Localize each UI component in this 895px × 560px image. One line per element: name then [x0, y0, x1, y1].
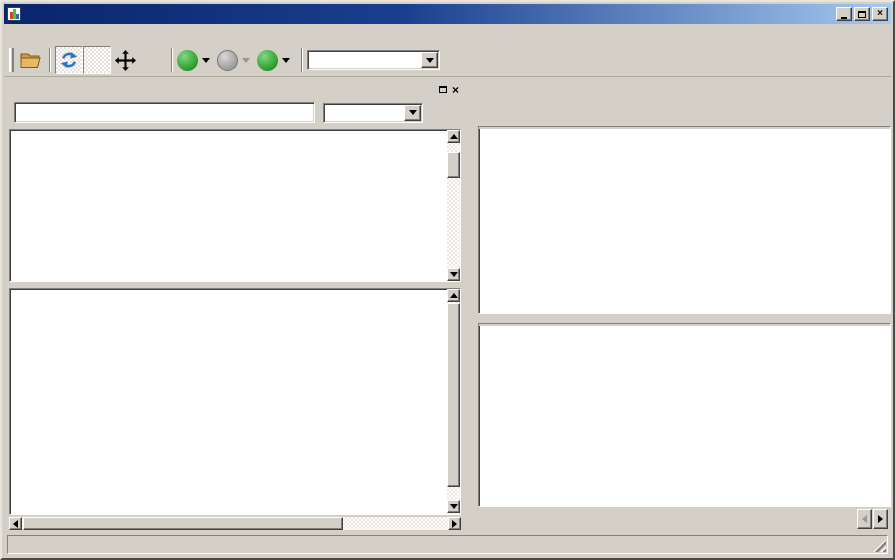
- callees-table: [478, 323, 891, 507]
- vertical-splitter[interactable]: [467, 80, 476, 533]
- float-icon: [439, 86, 447, 93]
- types-table-header: [479, 127, 890, 129]
- triangle-up-icon: [450, 134, 458, 139]
- close-icon: ×: [452, 83, 464, 97]
- maximize-button[interactable]: [854, 7, 870, 21]
- maximize-icon: [858, 11, 866, 18]
- close-button[interactable]: ×: [872, 7, 888, 21]
- triangle-down-icon: [450, 272, 458, 277]
- resize-grip[interactable]: [873, 539, 886, 552]
- dock-float-button[interactable]: [437, 84, 449, 96]
- combo-dropdown-button[interactable]: [421, 52, 438, 68]
- up-dropdown-arrow[interactable]: [282, 58, 290, 63]
- scroll-down-button[interactable]: [447, 500, 460, 513]
- forward-dropdown-arrow: [242, 58, 250, 63]
- tab-scroll-right-button[interactable]: [873, 509, 888, 529]
- app-window: ×: [0, 0, 895, 560]
- toolbar-handle[interactable]: [9, 48, 14, 72]
- back-dropdown-arrow[interactable]: [202, 58, 210, 63]
- open-folder-icon: [20, 51, 42, 69]
- scrollbar-thumb[interactable]: [447, 152, 460, 178]
- minimize-button[interactable]: [836, 7, 852, 21]
- source-file-list: [9, 129, 461, 282]
- types-table: [478, 126, 891, 314]
- triangle-left-icon: [862, 515, 867, 523]
- tab-scroll-left-button: [857, 509, 872, 529]
- close-icon: ×: [877, 9, 883, 19]
- dock-move-button[interactable]: [111, 46, 139, 74]
- toolbar: [4, 44, 891, 77]
- triangle-right-icon: [452, 520, 457, 528]
- scroll-up-button[interactable]: [447, 289, 460, 302]
- combo-dropdown-button[interactable]: [404, 105, 421, 121]
- triangle-left-icon: [13, 520, 18, 528]
- dock-close-button[interactable]: ×: [452, 84, 464, 96]
- event-type-combo[interactable]: [307, 50, 440, 70]
- group-by-combo[interactable]: [323, 103, 423, 123]
- scroll-left-button[interactable]: [9, 517, 22, 530]
- title-bar[interactable]: ×: [4, 4, 891, 24]
- flat-profile-dock-titlebar[interactable]: ×: [8, 81, 464, 98]
- scrollbar-thumb[interactable]: [23, 517, 343, 530]
- scroll-right-button[interactable]: [448, 517, 461, 530]
- tab-scroll-buttons: [856, 509, 888, 529]
- function-list: [9, 288, 461, 515]
- triangle-right-icon: [878, 515, 883, 523]
- toolbar-separator: [171, 48, 173, 72]
- scroll-down-button[interactable]: [447, 268, 460, 281]
- refresh-icon: [59, 50, 79, 70]
- scroll-up-button[interactable]: [447, 130, 460, 143]
- chevron-down-icon: [426, 58, 434, 63]
- forward-button: [217, 50, 238, 71]
- search-input[interactable]: [14, 102, 315, 123]
- chevron-down-icon: [409, 110, 417, 115]
- toolbar-separator: [301, 48, 303, 72]
- move-cross-icon: [115, 50, 136, 71]
- back-button[interactable]: [177, 50, 198, 71]
- selected-item-header: [480, 84, 890, 100]
- menu-bar: [4, 24, 891, 44]
- status-bar: [4, 533, 891, 556]
- scrollbar-thumb[interactable]: [447, 303, 460, 487]
- relative-percent-toggle[interactable]: [83, 46, 111, 74]
- horizontal-splitter[interactable]: [478, 314, 891, 323]
- toolbar-separator: [49, 48, 51, 72]
- callees-table-header: [479, 324, 890, 326]
- app-icon: [7, 7, 21, 21]
- reload-button[interactable]: [55, 46, 83, 74]
- swap-panes-button[interactable]: [139, 46, 167, 74]
- up-button[interactable]: [257, 50, 278, 71]
- detail-bottom-tabs: [481, 508, 855, 531]
- triangle-up-icon: [450, 293, 458, 298]
- triangle-down-icon: [450, 504, 458, 509]
- open-file-button[interactable]: [17, 46, 45, 74]
- minimize-icon: [841, 17, 847, 19]
